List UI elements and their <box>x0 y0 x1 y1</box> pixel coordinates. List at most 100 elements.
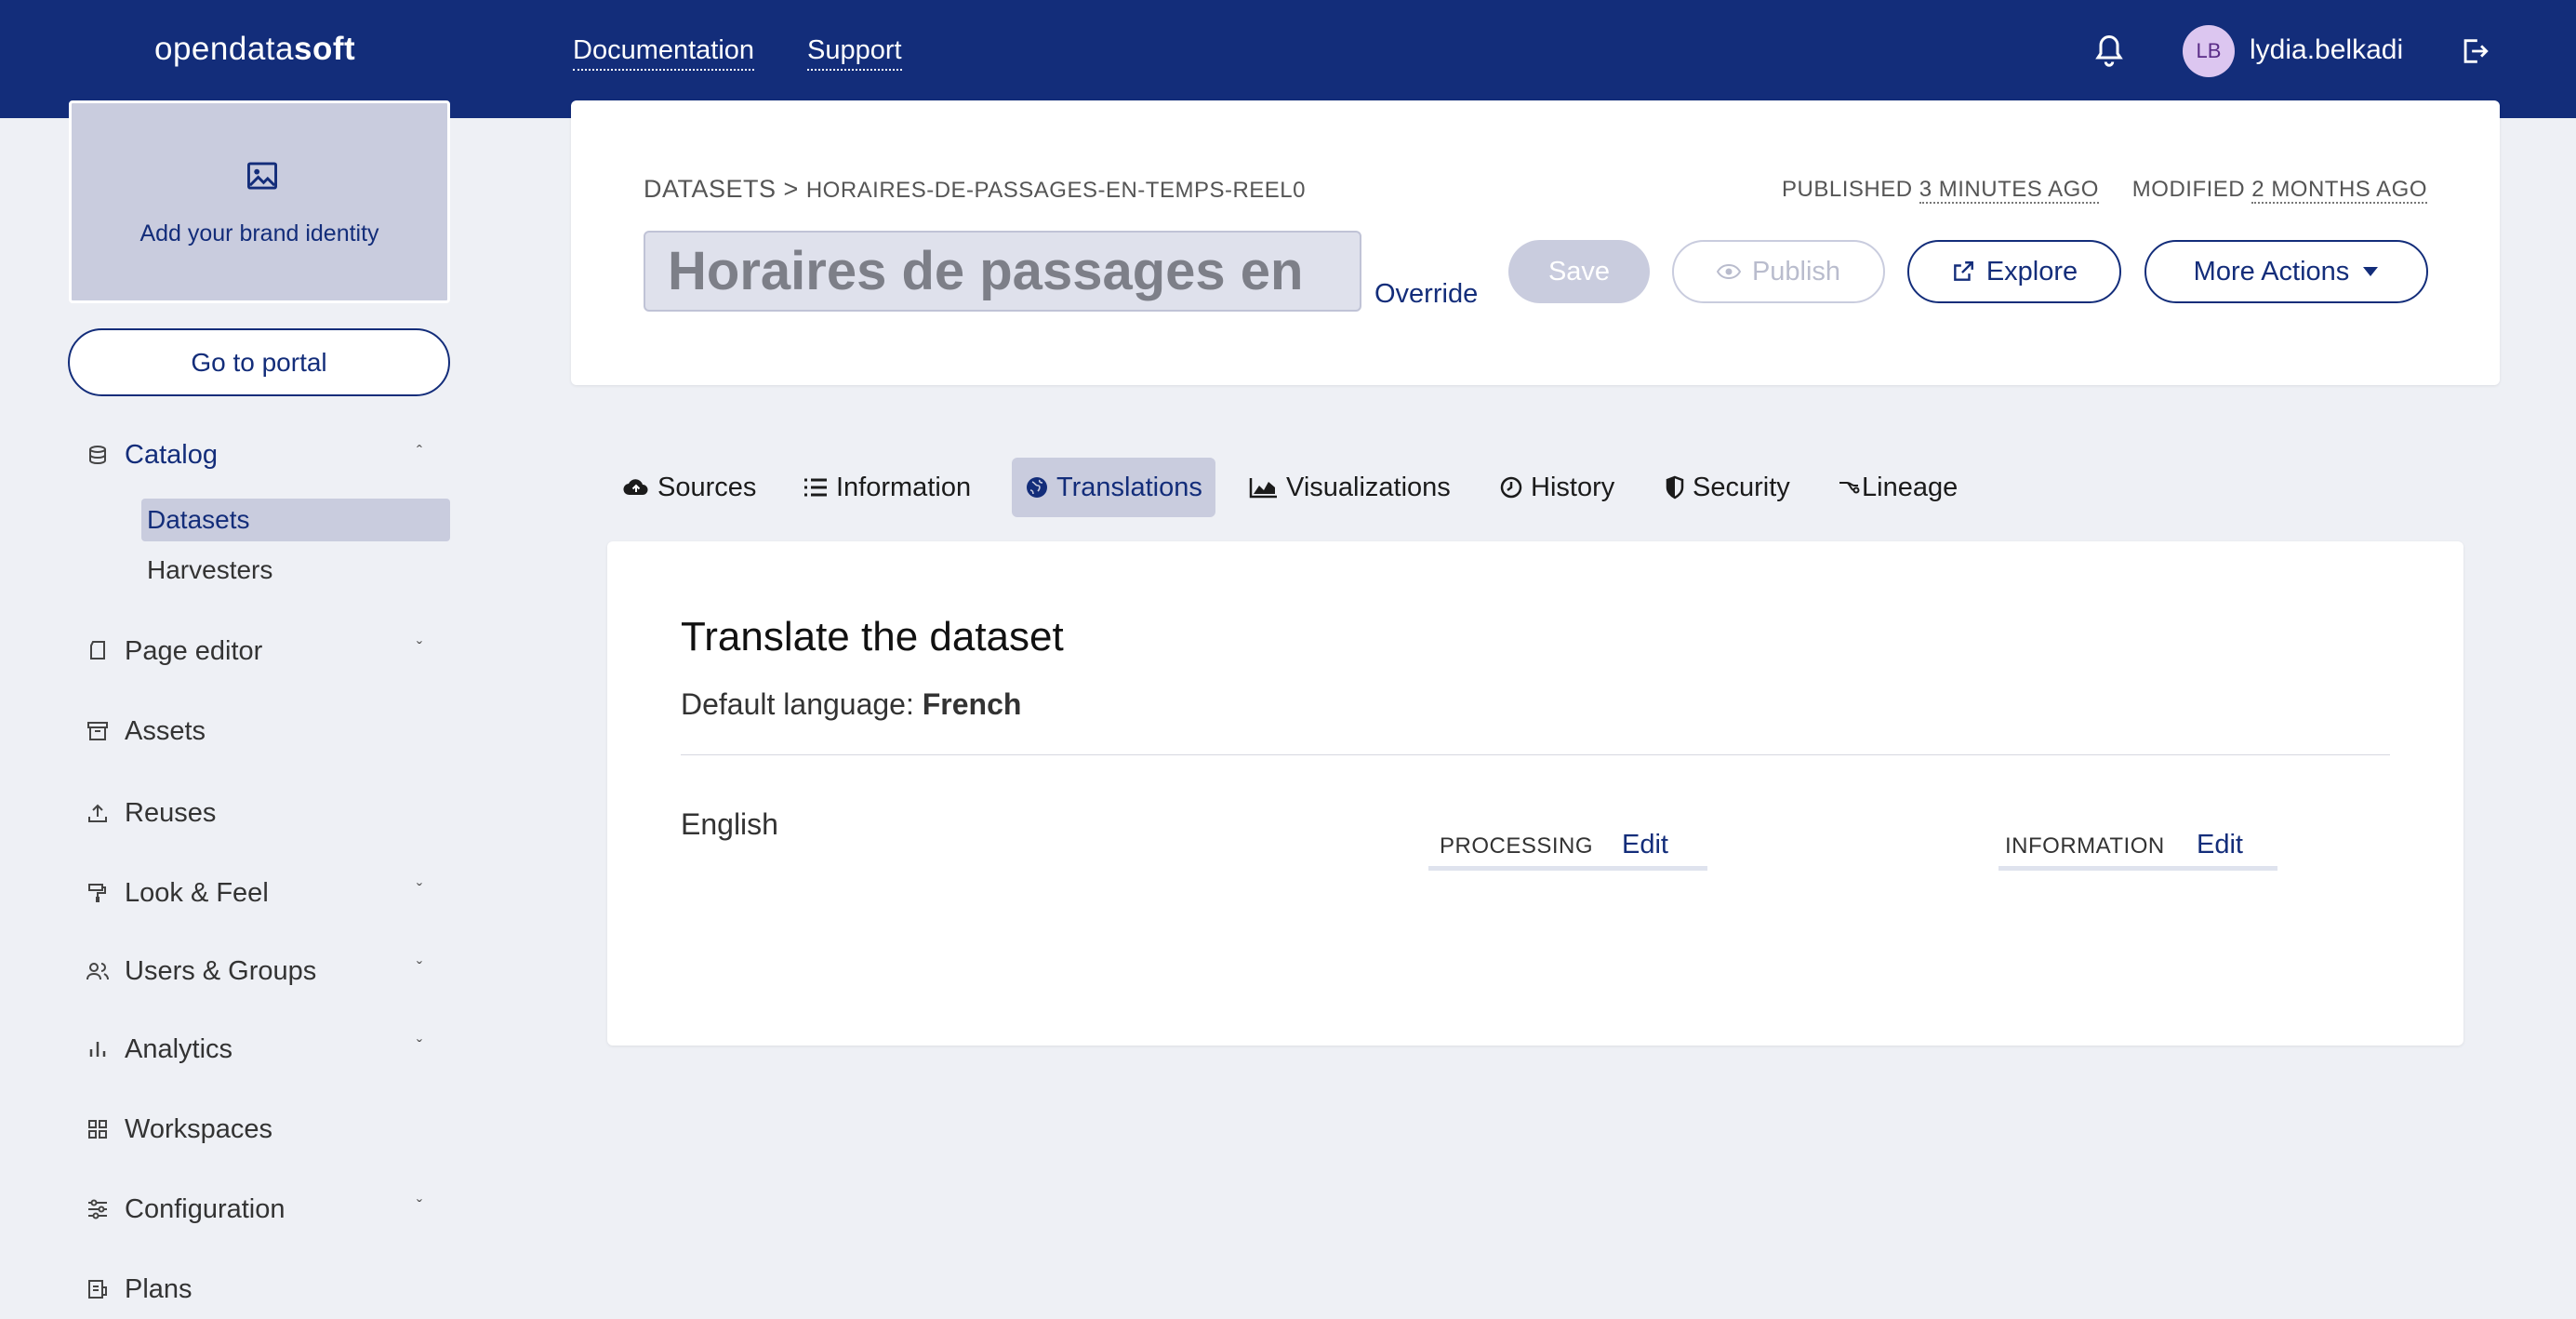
sidebar-item-workspaces[interactable]: Workspaces <box>86 1106 422 1152</box>
bar-chart-icon <box>86 1037 110 1061</box>
save-button[interactable]: Save <box>1508 240 1650 303</box>
grid-icon <box>86 1117 110 1141</box>
brand-identity-text: Add your brand identity <box>139 220 379 246</box>
tab-visualizations[interactable]: Visualizations <box>1236 458 1464 517</box>
explore-label: Explore <box>1985 256 2078 286</box>
cloud-upload-icon <box>622 476 650 499</box>
breadcrumb-datasets[interactable]: DATASETS <box>644 175 777 203</box>
dataset-header-card: DATASETS > HORAIRES-DE-PASSAGES-EN-TEMPS… <box>571 100 2500 385</box>
edit-information-button[interactable]: Edit <box>2197 830 2243 860</box>
translations-panel: Translate the dataset Default language: … <box>607 541 2463 1046</box>
brand-identity-box[interactable]: Add your brand identity <box>69 100 450 303</box>
chevron-down-icon: ˇ <box>417 881 422 899</box>
tab-translations[interactable]: Translations <box>1012 458 1215 517</box>
documentation-link[interactable]: Documentation <box>573 34 755 71</box>
globe-icon <box>1025 475 1049 500</box>
default-language-label: Default language: <box>681 687 914 721</box>
sidebar-item-analytics[interactable]: Analytics ˇ <box>86 1026 422 1073</box>
sidebar-item-label: Reuses <box>125 797 217 828</box>
processing-label: PROCESSING <box>1440 833 1594 859</box>
information-label: INFORMATION <box>2005 833 2165 859</box>
list-icon <box>803 477 829 498</box>
sidebar-item-label: Catalog <box>125 439 218 470</box>
archive-icon <box>86 719 110 743</box>
page-icon <box>86 639 110 663</box>
plan-icon <box>86 1277 110 1301</box>
caret-down-icon <box>2362 266 2379 277</box>
more-actions-label: More Actions <box>2193 256 2350 286</box>
lineage-icon <box>1838 477 1860 498</box>
information-translation-block: INFORMATION Edit <box>1998 820 2277 871</box>
chevron-down-icon: ˇ <box>417 1037 422 1056</box>
override-link[interactable]: Override <box>1374 279 1478 310</box>
tab-label: Information <box>836 472 972 502</box>
logout-icon[interactable] <box>2459 35 2490 67</box>
tab-security[interactable]: Security <box>1652 458 1803 517</box>
eye-icon <box>1716 263 1741 280</box>
support-link[interactable]: Support <box>807 34 902 71</box>
clock-icon <box>1499 475 1523 500</box>
publish-meta: PUBLISHED 3 MINUTES AGO MODIFIED 2 MONTH… <box>1782 177 2427 204</box>
tab-history[interactable]: History <box>1486 458 1627 517</box>
edit-processing-button[interactable]: Edit <box>1622 830 1668 860</box>
sidebar-item-page-editor[interactable]: Page editor ˇ <box>86 628 422 674</box>
shield-icon <box>1665 475 1685 500</box>
sliders-icon <box>86 1197 110 1221</box>
published-value: 3 MINUTES AGO <box>1919 177 2099 204</box>
external-link-icon <box>1951 260 1975 284</box>
sidebar-item-label: Configuration <box>125 1193 285 1224</box>
tab-label: Sources <box>657 472 757 502</box>
publish-button[interactable]: Publish <box>1672 240 1885 303</box>
explore-button[interactable]: Explore <box>1907 240 2121 303</box>
publish-label: Publish <box>1751 256 1841 286</box>
sidebar-item-label: Look & Feel <box>125 877 269 908</box>
tab-label: History <box>1531 472 1615 502</box>
sidebar-item-configuration[interactable]: Configuration ˇ <box>86 1186 422 1232</box>
chevron-down-icon: ˇ <box>417 1197 422 1216</box>
default-language-value: French <box>922 687 1022 721</box>
users-icon <box>86 959 110 983</box>
sidebar-subitem-harvesters[interactable]: Harvesters <box>141 549 450 592</box>
sidebar-item-plans[interactable]: Plans <box>86 1266 422 1312</box>
upload-icon <box>86 801 110 825</box>
translation-language: English <box>681 807 778 841</box>
sidebar-item-reuses[interactable]: Reuses <box>86 790 422 836</box>
tab-label: Visualizations <box>1286 472 1451 502</box>
modified-value: 2 MONTHS AGO <box>2251 177 2427 204</box>
tab-lineage[interactable]: Lineage <box>1825 458 1971 517</box>
sidebar-item-label: Users & Groups <box>125 955 317 986</box>
breadcrumb-separator: > <box>783 175 799 203</box>
sidebar-item-users-groups[interactable]: Users & Groups ˇ <box>86 948 422 994</box>
sidebar-item-look-and-feel[interactable]: Look & Feel ˇ <box>86 870 422 916</box>
sidebar-item-assets[interactable]: Assets <box>86 708 422 754</box>
modified-label: MODIFIED <box>2131 177 2246 202</box>
sidebar-item-label: Assets <box>125 715 206 746</box>
sidebar-subitem-datasets[interactable]: Datasets <box>141 499 450 541</box>
dataset-title-input[interactable]: Horaires de passages en <box>644 231 1361 312</box>
tab-label: Lineage <box>1862 472 1959 502</box>
paint-roller-icon <box>86 881 110 905</box>
chevron-down-icon: ˇ <box>417 639 422 658</box>
sidebar-item-label: Workspaces <box>125 1113 273 1144</box>
sidebar-item-label: Plans <box>125 1273 193 1304</box>
sidebar-item-catalog[interactable]: Catalog ˆ <box>86 432 422 478</box>
go-to-portal-button[interactable]: Go to portal <box>68 328 450 396</box>
default-language: Default language: French <box>681 687 1021 722</box>
opendatasoft-logo[interactable]: opendatasoft <box>154 31 355 68</box>
database-icon <box>86 443 110 467</box>
panel-title: Translate the dataset <box>681 614 1064 660</box>
breadcrumb: DATASETS > HORAIRES-DE-PASSAGES-EN-TEMPS… <box>644 175 1306 204</box>
bell-icon[interactable] <box>2092 33 2126 71</box>
sidebar-item-label: Analytics <box>125 1033 233 1064</box>
username[interactable]: lydia.belkadi <box>2250 34 2403 66</box>
more-actions-button[interactable]: More Actions <box>2144 240 2428 303</box>
tab-label: Translations <box>1056 472 1202 502</box>
chevron-up-icon: ˆ <box>417 443 422 461</box>
tab-information[interactable]: Information <box>790 458 984 517</box>
tab-sources[interactable]: Sources <box>609 458 769 517</box>
avatar[interactable]: LB <box>2183 25 2235 77</box>
area-chart-icon <box>1249 476 1279 499</box>
processing-translation-block: PROCESSING Edit <box>1428 820 1707 871</box>
breadcrumb-current: HORAIRES-DE-PASSAGES-EN-TEMPS-REEL0 <box>805 178 1306 203</box>
divider <box>681 754 2390 755</box>
